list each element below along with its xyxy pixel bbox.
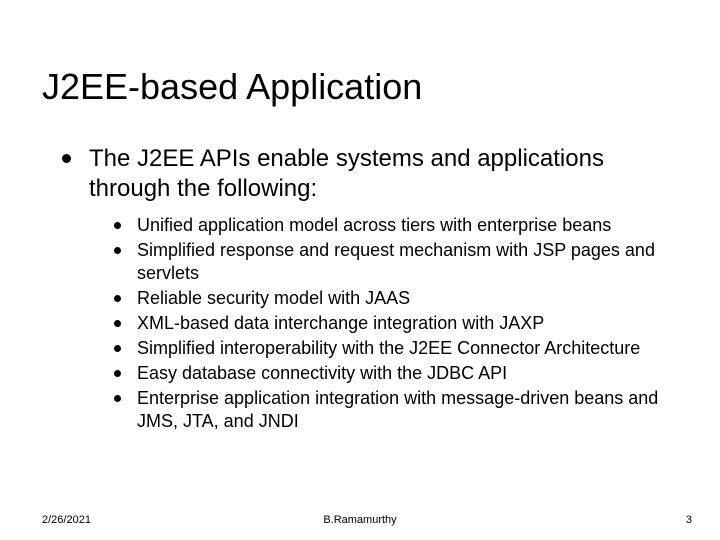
slide-title: J2EE-based Application	[42, 66, 680, 108]
footer-page-number: 3	[686, 514, 692, 526]
bullet-icon	[114, 370, 121, 377]
list-item: XML-based data interchange integration w…	[114, 312, 672, 335]
list-item: Unified application model across tiers w…	[114, 214, 672, 237]
slide: J2EE-based Application The J2EE APIs ena…	[0, 0, 720, 540]
list-item: Simplified response and request mechanis…	[114, 239, 672, 285]
list-item-text: Simplified response and request mechanis…	[137, 239, 672, 285]
list-item-text: Easy database connectivity with the JDBC…	[137, 362, 507, 385]
list-item-text: Enterprise application integration with …	[137, 387, 672, 433]
list-item-text: Reliable security model with JAAS	[137, 287, 410, 310]
bullet-icon	[114, 222, 121, 229]
intro-text: The J2EE APIs enable systems and applica…	[89, 144, 672, 204]
list-item-text: Simplified interoperability with the J2E…	[137, 337, 640, 360]
bullet-icon	[62, 154, 71, 163]
intro-item: The J2EE APIs enable systems and applica…	[62, 144, 672, 204]
list-item: Reliable security model with JAAS	[114, 287, 672, 310]
bullet-icon	[114, 320, 121, 327]
list-item-text: Unified application model across tiers w…	[137, 214, 611, 237]
bullet-icon	[114, 295, 121, 302]
footer-author: B.Ramamurthy	[0, 514, 720, 526]
list-item: Enterprise application integration with …	[114, 387, 672, 433]
bullet-icon	[114, 247, 121, 254]
list-item: Easy database connectivity with the JDBC…	[114, 362, 672, 385]
list-item: Simplified interoperability with the J2E…	[114, 337, 672, 360]
bullet-icon	[114, 345, 121, 352]
slide-body: The J2EE APIs enable systems and applica…	[62, 144, 672, 435]
sub-list: Unified application model across tiers w…	[114, 214, 672, 433]
bullet-icon	[114, 395, 121, 402]
list-item-text: XML-based data interchange integration w…	[137, 312, 544, 335]
